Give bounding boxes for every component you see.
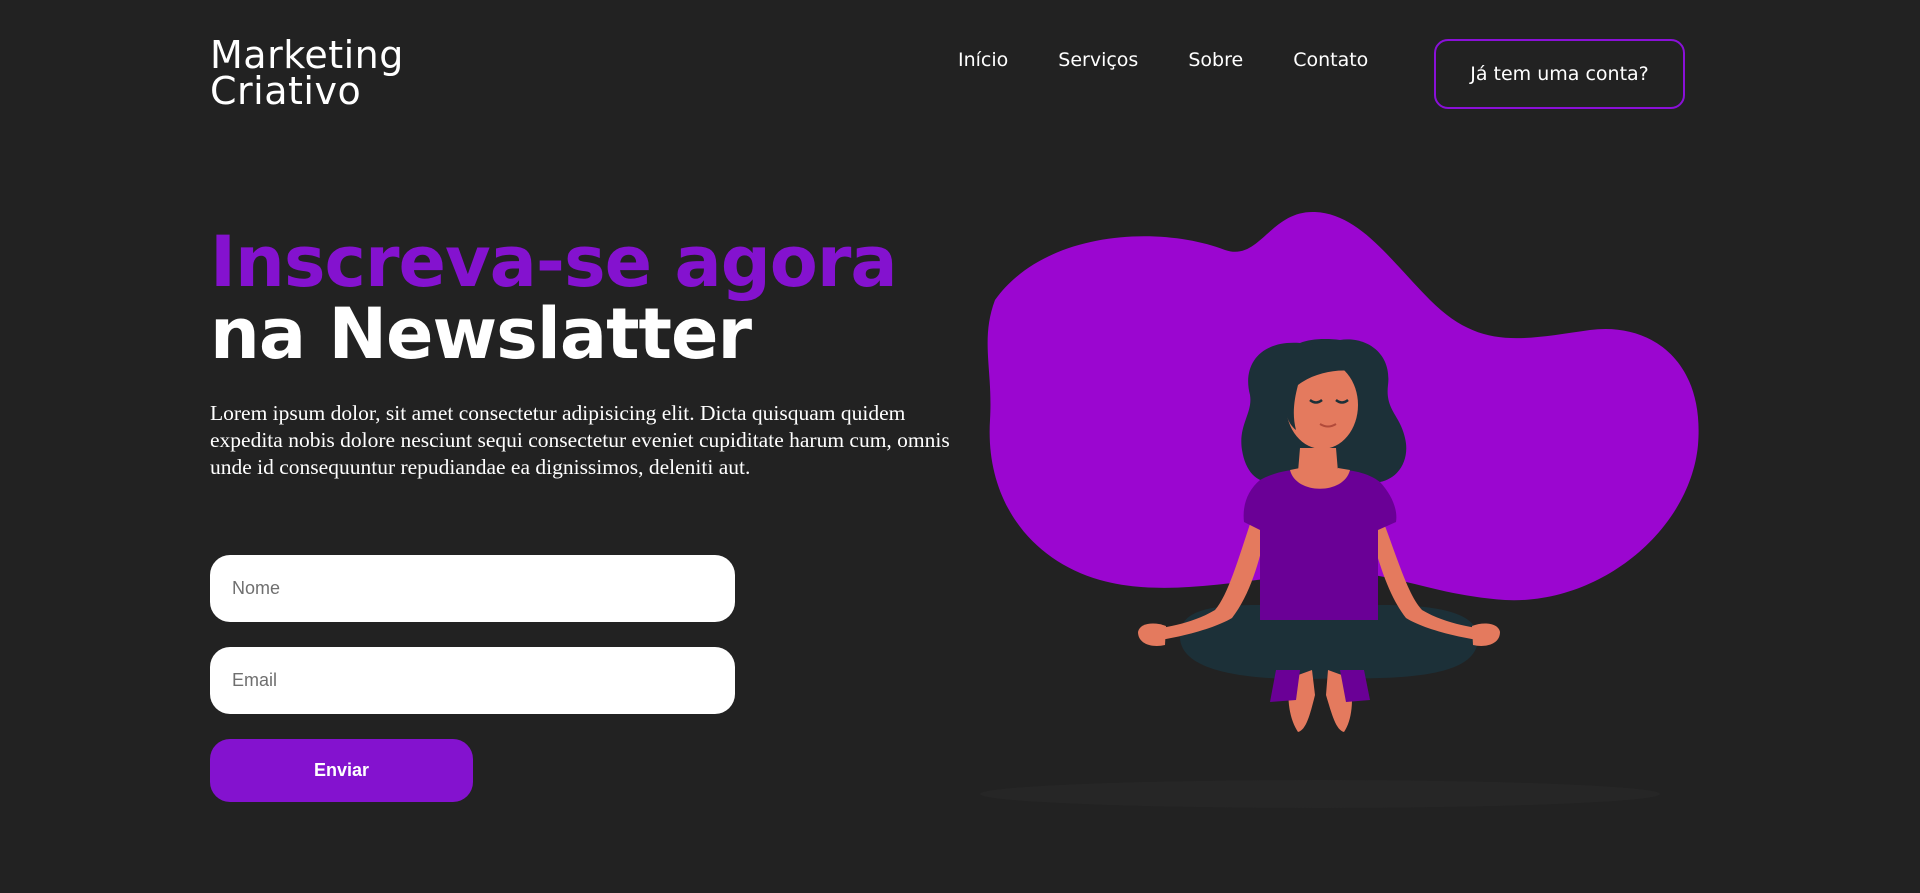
torso-shirt	[1243, 469, 1397, 620]
hero-headline: Inscreva-se agora na Newslatter	[210, 221, 898, 375]
logo-line-2: Criativo	[210, 69, 362, 113]
nav-link-contato[interactable]: Contato	[1293, 49, 1368, 71]
hero-description: Lorem ipsum dolor, sit amet consectetur …	[210, 401, 950, 479]
logo-line-1: Marketing	[210, 33, 404, 77]
headline-line-1: Inscreva-se agora	[210, 221, 898, 303]
name-input[interactable]	[210, 555, 735, 622]
submit-button[interactable]: Enviar	[210, 739, 473, 802]
nav-link-servicos[interactable]: Serviços	[1058, 49, 1138, 71]
site-logo[interactable]: Marketing Criativo	[210, 33, 404, 113]
ground-shadow	[980, 780, 1660, 808]
login-button[interactable]: Já tem uma conta?	[1434, 39, 1685, 109]
right-hand	[1472, 623, 1500, 646]
left-hand	[1138, 623, 1166, 646]
nav-link-sobre[interactable]: Sobre	[1188, 49, 1243, 71]
woman-meditating-illustration	[980, 211, 1699, 808]
nav-link-inicio[interactable]: Início	[958, 49, 1008, 71]
newsletter-landing-page: Marketing Criativo Início Serviços Sobre…	[0, 0, 1920, 893]
main-nav: Início Serviços Sobre Contato	[958, 49, 1368, 82]
headline-line-2: na Newslatter	[210, 293, 752, 375]
email-input[interactable]	[210, 647, 735, 714]
